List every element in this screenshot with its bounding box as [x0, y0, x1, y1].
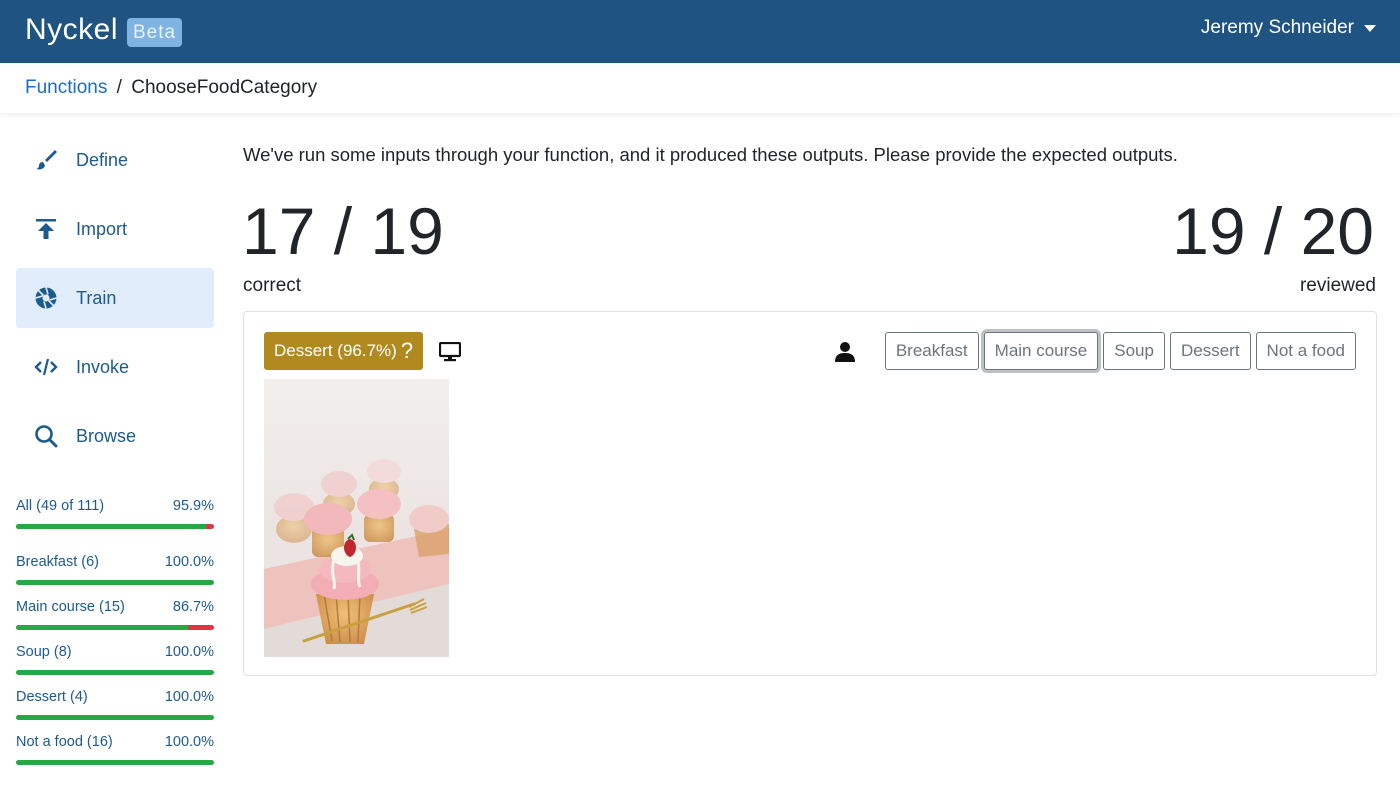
brush-icon [16, 148, 76, 172]
review-card: Dessert (96.7%) ? Breakfast Main course … [243, 311, 1377, 676]
stat-dessert[interactable]: Dessert (4) 100.0% [16, 689, 214, 734]
label-button-soup[interactable]: Soup [1103, 332, 1165, 370]
stat-not-a-food[interactable]: Not a food (16) 100.0% [16, 734, 214, 779]
stat-main-course[interactable]: Main course (15) 86.7% [16, 599, 214, 644]
label-button-main-course[interactable]: Main course [983, 332, 1099, 370]
stat-progress-bar [16, 715, 214, 720]
label-button-dessert[interactable]: Dessert [1169, 332, 1251, 370]
stat-progress-bar [16, 524, 214, 529]
reviewed-label: reviewed [1299, 275, 1376, 296]
sidebar-item-train[interactable]: Train [16, 268, 214, 328]
stat-soup[interactable]: Soup (8) 100.0% [16, 644, 214, 689]
breadcrumb: Functions / ChooseFoodCategory [25, 77, 317, 99]
beta-badge: Beta [127, 18, 183, 47]
sidebar-item-label: Browse [76, 425, 137, 446]
correct-label: correct [243, 275, 302, 296]
sidebar-item-label: Define [76, 149, 129, 170]
question-icon: ? [400, 338, 414, 363]
person-icon [834, 341, 856, 368]
aperture-icon [16, 286, 76, 310]
stat-label: Soup (8) [16, 644, 72, 660]
stat-pct: 95.9% [172, 498, 214, 514]
sidebar-nav: Define Import Train Invoke Browse [16, 130, 214, 475]
stat-label: Main course (15) [16, 599, 125, 615]
user-name: Jeremy Schneider [1200, 17, 1354, 38]
stat-label: Not a food (16) [16, 734, 113, 750]
caret-down-icon [1364, 24, 1376, 32]
stat-progress-fill [16, 715, 214, 720]
prediction-badge[interactable]: Dessert (96.7%) ? [264, 332, 424, 370]
stat-progress-fill [16, 524, 206, 529]
sidebar-item-define[interactable]: Define [16, 130, 214, 190]
label-button-breakfast[interactable]: Breakfast [884, 332, 979, 370]
stat-progress-fill [16, 760, 214, 765]
stat-pct: 100.0% [164, 734, 214, 750]
breadcrumb-bar: Functions / ChooseFoodCategory [0, 63, 1400, 113]
sidebar-item-invoke[interactable]: Invoke [16, 337, 214, 397]
reviewed-count: 19 / 20 [1172, 194, 1374, 268]
stat-progress-bar [16, 580, 214, 585]
stat-label: All (49 of 111) [16, 498, 105, 514]
breadcrumb-current: ChooseFoodCategory [131, 77, 318, 98]
stat-breakfast[interactable]: Breakfast (6) 100.0% [16, 554, 214, 599]
top-navbar: Nyckel Beta Jeremy Schneider [0, 0, 1400, 63]
stat-label: Breakfast (6) [16, 554, 99, 570]
stat-all[interactable]: All (49 of 111) 95.9% [16, 498, 214, 554]
stat-progress-fill [16, 625, 188, 630]
instructions-text: We've run some inputs through your funct… [243, 144, 1178, 165]
stat-progress-bar [16, 625, 214, 630]
sidebar-item-label: Train [76, 287, 117, 308]
correct-count: 17 / 19 [242, 194, 444, 268]
stat-label: Dessert (4) [16, 689, 88, 705]
code-icon [16, 355, 76, 379]
sidebar-item-label: Import [76, 218, 128, 239]
label-button-group: Breakfast Main course Soup Dessert Not a… [884, 332, 1356, 370]
stat-progress-fill [16, 580, 214, 585]
stat-pct: 100.0% [164, 554, 214, 570]
breadcrumb-functions-link[interactable]: Functions [25, 77, 107, 98]
stat-progress-fill [16, 670, 214, 675]
user-menu[interactable]: Jeremy Schneider [1201, 17, 1376, 39]
brand-logo[interactable]: Nyckel [25, 13, 118, 47]
sidebar-item-browse[interactable]: Browse [16, 406, 214, 466]
stat-pct: 86.7% [172, 599, 214, 615]
stat-progress-bar [16, 670, 214, 675]
stat-pct: 100.0% [164, 644, 214, 660]
category-stats: All (49 of 111) 95.9% Breakfast (6) 100.0%… [16, 498, 214, 779]
sidebar-item-label: Invoke [76, 356, 130, 377]
monitor-icon [438, 341, 462, 367]
upload-icon [16, 217, 76, 241]
sidebar-item-import[interactable]: Import [16, 199, 214, 259]
prediction-label: Dessert (96.7%) [274, 341, 397, 360]
breadcrumb-separator: / [116, 77, 122, 98]
stat-pct: 100.0% [164, 689, 214, 705]
input-image-cupcakes [264, 379, 449, 657]
stat-progress-bar [16, 760, 214, 765]
label-button-not-a-food[interactable]: Not a food [1255, 332, 1356, 370]
search-icon [16, 424, 76, 448]
